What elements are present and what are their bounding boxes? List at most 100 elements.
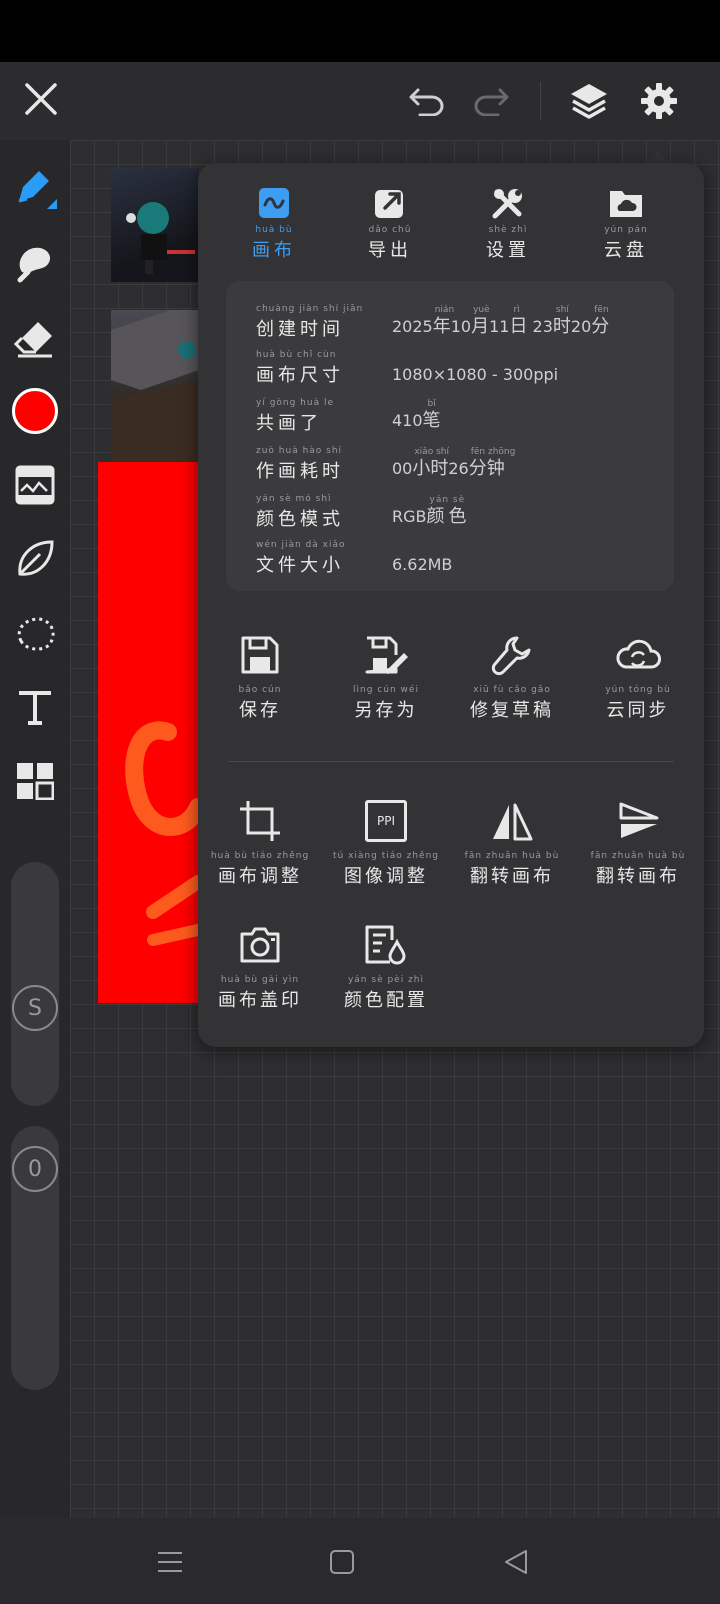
undo-icon[interactable] [404, 78, 450, 124]
panel-pointer [646, 150, 670, 164]
repair-draft-button[interactable]: xiū fù cǎo gǎo 修复草稿 [452, 625, 572, 722]
info-key: yí gòng huà le 共画了 [256, 398, 334, 435]
info-key: chuàng jiàn shí jiān 创建时间 [256, 304, 363, 341]
info-row-created: chuàng jiàn shí jiān 创建时间 2025 nián 年10 yuè… [256, 303, 656, 341]
info-key: yán sè mó shì 颜色模式 [256, 494, 344, 531]
value-month: 10 [450, 317, 472, 336]
opacity-slider-knob[interactable]: 0 [12, 1146, 58, 1192]
ppi-icon-text: PPI [365, 800, 407, 842]
value-unit: nián 年 [432, 305, 454, 337]
value-unit: bǐ 笔 [422, 399, 441, 431]
leaf-icon[interactable] [10, 534, 60, 584]
action-pinyin: yán sè pèi zhì [347, 975, 425, 985]
action-label: 画布调整 [218, 866, 302, 887]
action-pinyin: yún tóng bù [605, 685, 671, 695]
wrench-icon [452, 625, 572, 685]
cloud-folder-icon [580, 181, 672, 225]
size-slider-knob[interactable]: S [12, 985, 58, 1031]
canvas-image-room [111, 310, 199, 462]
unit-pinyin: rì [513, 305, 520, 315]
value-hours: 00 [392, 459, 413, 478]
unit-char: 年 [432, 316, 451, 337]
action-pinyin: huà bù gài yìn [220, 975, 300, 985]
lasso-icon[interactable] [10, 610, 60, 660]
tab-cloud-drive[interactable]: yún pán 云盘 [580, 181, 672, 262]
flip-vertical-button[interactable]: fān zhuǎn huà bù 翻转画布 [578, 791, 698, 888]
unit-char: 分 [591, 316, 610, 337]
opacity-slider[interactable]: 0 [11, 1126, 59, 1390]
color-swatch[interactable] [10, 386, 60, 436]
unit-char: 日 [509, 316, 528, 337]
unit-pinyin: yán sè [429, 495, 466, 505]
unit-char: 分钟 [468, 458, 505, 479]
action-pinyin: xiū fù cǎo gǎo [473, 685, 551, 695]
save-as-button[interactable]: lìng cún wéi 另存为 [326, 625, 446, 722]
grid-icon[interactable] [10, 756, 60, 806]
canvas-stamp-button[interactable]: huà bù gài yìn 画布盖印 [200, 915, 320, 1012]
flip-horizontal-button[interactable]: fān zhuǎn huà bù 翻转画布 [452, 791, 572, 888]
info-value-duration: 00 xiǎo shí 小时26 fēn zhōng 分钟 [392, 447, 515, 480]
info-value-created: 2025 nián 年10 yuè 月11 rì 日 23 shí 时20 fēn 分 [392, 305, 610, 338]
action-pinyin: lìng cún wéi [353, 685, 419, 695]
redo-icon[interactable] [468, 78, 514, 124]
action-label: 颜色配置 [344, 990, 428, 1011]
text-icon[interactable] [10, 682, 60, 732]
color-profile-button[interactable]: yán sè pèi zhì 颜色配置 [326, 915, 446, 1012]
back-icon[interactable] [496, 1542, 536, 1582]
pen-icon[interactable] [10, 162, 60, 212]
action-label: 保存 [239, 700, 281, 721]
close-icon[interactable] [18, 76, 64, 122]
unit-pinyin: fēn [594, 305, 609, 315]
top-toolbar [0, 62, 720, 140]
canvas-icon [228, 181, 320, 225]
brush-size-slider[interactable]: S [11, 862, 59, 1106]
tab-settings[interactable]: shè zhì 设置 [462, 181, 554, 262]
smudge-icon[interactable] [10, 238, 60, 288]
cloud-sync-button[interactable]: yún tóng bù 云同步 [578, 625, 698, 722]
filter-icon[interactable] [10, 460, 60, 510]
color-profile-icon [326, 915, 446, 975]
layers-icon[interactable] [564, 76, 614, 126]
unit-pinyin: fēn zhōng [470, 447, 516, 457]
image-adjust-button[interactable]: PPI tú xiàng tiáo zhěng 图像调整 [326, 791, 446, 888]
action-pinyin: fān zhuǎn huà bù [464, 851, 560, 861]
tab-export[interactable]: dǎo chū 导出 [344, 181, 436, 262]
canvas-adjust-button[interactable]: huà bù tiáo zhěng 画布调整 [200, 791, 320, 888]
info-key-pinyin: zuò huà hào shí [256, 446, 343, 456]
panel-divider [228, 761, 674, 762]
unit-pinyin: bǐ [427, 399, 436, 409]
tools-icon [462, 181, 554, 225]
unit-char: 笔 [422, 410, 441, 431]
info-key-label: 创建时间 [256, 319, 344, 340]
menu-icon[interactable] [150, 1542, 190, 1582]
action-pinyin: fān zhuǎn huà bù [590, 851, 686, 861]
tab-label: 云盘 [604, 240, 648, 261]
info-key-label: 颜色模式 [256, 509, 344, 530]
info-row-duration: zuò huà hào shí 作画耗时 00 xiǎo shí 小时26 fēn z… [256, 445, 656, 483]
tab-pinyin: dǎo chū [368, 225, 412, 235]
action-label: 另存为 [354, 700, 418, 721]
status-bar [0, 0, 720, 62]
home-icon[interactable] [322, 1542, 362, 1582]
unit-char: 月 [471, 316, 490, 337]
info-key-pinyin: wén jiàn dà xiǎo [256, 540, 346, 550]
eraser-icon[interactable] [10, 314, 60, 364]
tab-canvas[interactable]: huà bù 画布 [228, 181, 320, 262]
save-icon [200, 625, 320, 685]
gear-icon[interactable] [634, 76, 684, 126]
action-label: 修复草稿 [470, 700, 554, 721]
value-unit: xiǎo shí 小时 [412, 447, 449, 479]
info-row-file-size: wén jiàn dà xiǎo 文件大小 6.62MB [256, 539, 656, 577]
action-pinyin: tú xiàng tiáo zhěng [332, 851, 439, 861]
save-button[interactable]: bǎo cún 保存 [200, 625, 320, 722]
unit-char: 小时 [412, 458, 449, 479]
value-count: 410 [392, 411, 423, 430]
info-value-file-size: 6.62MB [392, 555, 453, 574]
info-value-color-mode: RGB yán sè 颜色 [392, 495, 471, 528]
tab-label: 导出 [368, 240, 412, 261]
value-minute: 20 [570, 317, 592, 336]
camera-icon [200, 915, 320, 975]
value-mode: RGB [392, 507, 427, 526]
action-label: 画布盖印 [218, 990, 302, 1011]
info-key-pinyin: huà bù chǐ cùn [256, 350, 337, 360]
